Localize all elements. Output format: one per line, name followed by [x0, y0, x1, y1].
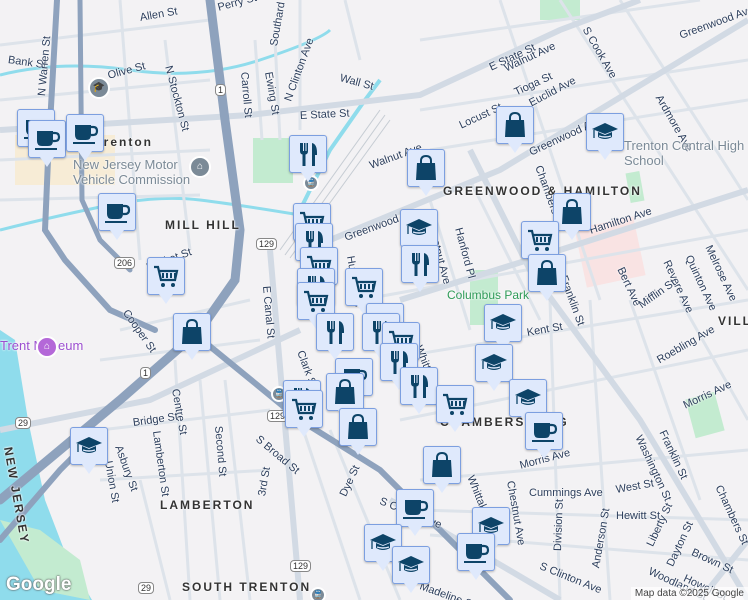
- graduation-cap-icon: [397, 551, 425, 579]
- neighborhood-label: VILLA: [718, 314, 748, 328]
- map-marker-restaurant[interactable]: [289, 135, 327, 182]
- coffee-cup-icon: [530, 417, 558, 445]
- map-marker-coffee[interactable]: [525, 412, 563, 459]
- map-marker-cart[interactable]: [345, 268, 383, 315]
- map-marker-bag[interactable]: [407, 149, 445, 196]
- graduation-cap-icon: [405, 214, 433, 242]
- google-logo: Google: [6, 574, 72, 595]
- map-marker-bag[interactable]: [339, 408, 377, 455]
- map-marker-school[interactable]: [475, 344, 513, 391]
- map-marker-bag[interactable]: [173, 313, 211, 360]
- neighborhood-label: GREENWOOD & HAMILTON: [443, 184, 642, 198]
- museum-icon[interactable]: ⌂: [36, 336, 58, 358]
- neighborhood-label: LAMBERTON: [160, 498, 255, 512]
- map-marker-restaurant[interactable]: [401, 245, 439, 292]
- route-shield: 29: [15, 417, 32, 429]
- route-shield: 129: [256, 238, 278, 250]
- shopping-bag-icon: [331, 378, 359, 406]
- map-marker-coffee[interactable]: [66, 114, 104, 161]
- shopping-bag-icon: [558, 198, 586, 226]
- map-marker-bag[interactable]: [528, 254, 566, 301]
- government-building-icon[interactable]: ⌂: [189, 156, 211, 178]
- street-label: Division St: [552, 498, 566, 552]
- coffee-cup-icon: [462, 538, 490, 566]
- fork-knife-icon: [321, 318, 349, 346]
- fork-knife-icon: [406, 250, 434, 278]
- shopping-cart-icon: [526, 226, 554, 254]
- graduation-cap-icon: [75, 432, 103, 460]
- route-shield: 29: [138, 582, 155, 594]
- map-marker-coffee[interactable]: [396, 489, 434, 536]
- map-marker-coffee[interactable]: [28, 120, 66, 167]
- shopping-cart-icon: [290, 395, 318, 423]
- fork-knife-icon: [405, 372, 433, 400]
- map-marker-bag[interactable]: [423, 446, 461, 493]
- map-marker-cart[interactable]: [147, 257, 185, 304]
- map-marker-cart[interactable]: [436, 385, 474, 432]
- map-attribution[interactable]: Map data ©2025 Google: [630, 587, 748, 600]
- shopping-bag-icon: [501, 111, 529, 139]
- shopping-bag-icon: [428, 451, 456, 479]
- map-canvas[interactable]: Allen St Perry St Bank St Olive St N Warren …: [0, 0, 748, 600]
- coffee-cup-icon: [401, 494, 429, 522]
- neighborhood-label: SOUTH TRENTON: [182, 580, 312, 594]
- shopping-bag-icon: [344, 413, 372, 441]
- map-marker-school[interactable]: [392, 546, 430, 593]
- neighborhood-label: MILL HILL: [165, 218, 241, 232]
- map-marker-school[interactable]: [484, 304, 522, 351]
- route-shield: 1: [140, 367, 152, 379]
- map-marker-restaurant[interactable]: [316, 313, 354, 360]
- shopping-cart-icon: [350, 273, 378, 301]
- shopping-bag-icon: [533, 259, 561, 287]
- graduation-cap-icon: [591, 118, 619, 146]
- street-label: Hewitt St: [616, 510, 661, 522]
- route-shield: 206: [114, 257, 136, 269]
- shopping-cart-icon: [152, 262, 180, 290]
- transit-stop-icon[interactable]: 🚆: [310, 587, 326, 600]
- map-marker-bag[interactable]: [326, 373, 364, 420]
- route-shield: 129: [290, 560, 312, 572]
- map-marker-school[interactable]: [586, 113, 624, 160]
- map-marker-school[interactable]: [70, 427, 108, 474]
- poi-label[interactable]: Trenton Central High School: [624, 138, 748, 168]
- shopping-cart-icon: [441, 390, 469, 418]
- shopping-bag-icon: [412, 154, 440, 182]
- graduation-cap-icon: [480, 349, 508, 377]
- route-shield: 1: [215, 84, 227, 96]
- map-marker-school[interactable]: [400, 209, 438, 256]
- street-label: Cummings Ave: [529, 487, 603, 499]
- university-poi-icon[interactable]: 🎓: [88, 77, 110, 99]
- map-marker-cart[interactable]: [285, 390, 323, 437]
- coffee-cup-icon: [71, 119, 99, 147]
- fork-knife-icon: [294, 140, 322, 168]
- coffee-cup-icon: [33, 125, 61, 153]
- map-marker-coffee[interactable]: [457, 533, 495, 580]
- map-marker-bag[interactable]: [496, 106, 534, 153]
- graduation-cap-icon: [514, 384, 542, 412]
- shopping-bag-icon: [178, 318, 206, 346]
- poi-label[interactable]: Columbus Park: [447, 288, 529, 302]
- coffee-cup-icon: [103, 198, 131, 226]
- map-marker-coffee[interactable]: [98, 193, 136, 240]
- graduation-cap-icon: [489, 309, 517, 337]
- shopping-cart-icon: [302, 287, 330, 315]
- map-marker-restaurant[interactable]: [400, 367, 438, 414]
